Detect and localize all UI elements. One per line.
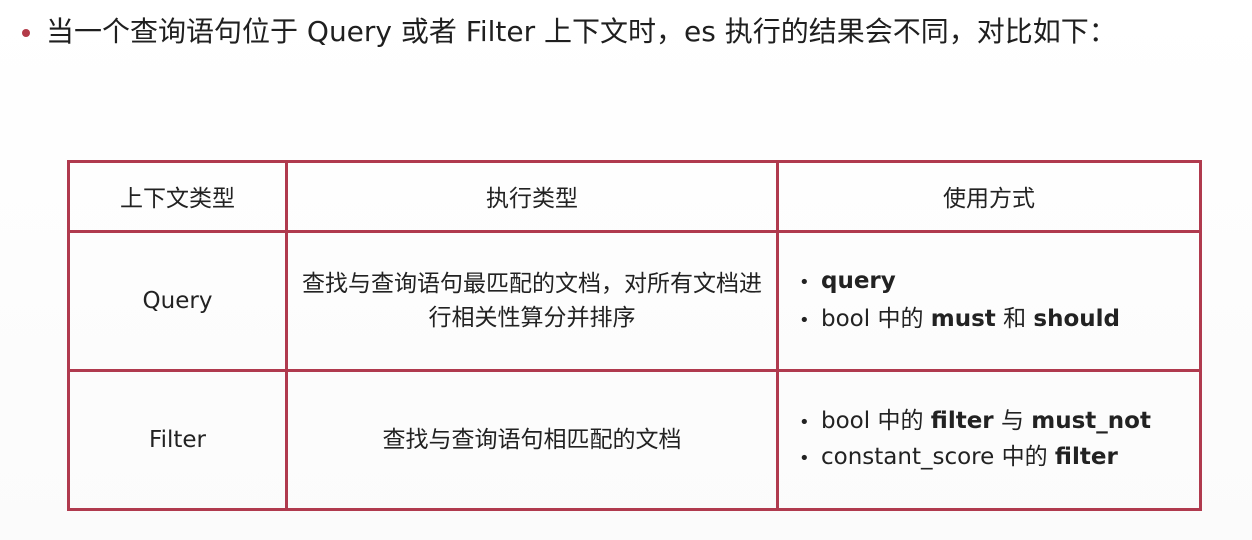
- keyword-text: query: [821, 268, 896, 295]
- table-header-row: 上下文类型 执行类型 使用方式: [67, 160, 1202, 233]
- header-context-type: 上下文类型: [67, 160, 288, 233]
- table-row-query: Query 查找与查询语句最匹配的文档，对所有文档进行相关性算分并排序 • que…: [67, 229, 1202, 373]
- keyword-text: must: [930, 306, 996, 333]
- usage-cell: • query • bool 中的 must 和 should: [776, 229, 1202, 373]
- header-exec-type: 执行类型: [285, 160, 779, 233]
- usage-item: • bool 中的 must 和 should: [799, 301, 1187, 339]
- usage-text: 与: [993, 408, 1032, 435]
- usage-list: • bool 中的 filter 与 must_not • constant_scor…: [791, 404, 1187, 476]
- list-bullet-icon: •: [799, 272, 810, 294]
- usage-item: • query: [799, 263, 1187, 301]
- header-usage: 使用方式: [776, 160, 1202, 233]
- heading-bullet-icon: [22, 29, 30, 37]
- keyword-text: filter: [930, 408, 994, 435]
- context-cell: Query: [67, 229, 288, 373]
- exec-type-cell: 查找与查询语句相匹配的文档: [285, 369, 779, 511]
- usage-item-text: constant_score 中的 filter: [821, 440, 1118, 474]
- list-bullet-icon: •: [799, 412, 810, 434]
- usage-cell: • bool 中的 filter 与 must_not • constant_scor…: [776, 369, 1202, 511]
- heading-text: 当一个查询语句位于 Query 或者 Filter 上下文时，es 执行的结果会…: [46, 15, 1117, 48]
- heading: 当一个查询语句位于 Query 或者 Filter 上下文时，es 执行的结果会…: [22, 14, 1117, 50]
- usage-item-text: bool 中的 filter 与 must_not: [821, 404, 1151, 438]
- usage-list: • query • bool 中的 must 和 should: [791, 263, 1187, 339]
- slide: 当一个查询语句位于 Query 或者 Filter 上下文时，es 执行的结果会…: [0, 0, 1252, 540]
- table-row-filter: Filter 查找与查询语句相匹配的文档 • bool 中的 filter 与 m…: [67, 369, 1202, 511]
- comparison-table: 上下文类型 执行类型 使用方式 Query 查找与查询语句最匹配的文档，对所有文…: [67, 160, 1202, 511]
- usage-item: • constant_score 中的 filter: [799, 440, 1187, 476]
- list-bullet-icon: •: [799, 448, 810, 470]
- usage-item: • bool 中的 filter 与 must_not: [799, 404, 1187, 440]
- usage-item-text: bool 中的 must 和 should: [821, 301, 1120, 337]
- keyword-text: filter: [1054, 444, 1118, 471]
- keyword-text: should: [1033, 306, 1121, 333]
- list-bullet-icon: •: [799, 310, 810, 332]
- usage-text: bool 中的: [821, 306, 931, 333]
- usage-text: 和: [995, 306, 1034, 333]
- context-cell: Filter: [67, 369, 288, 511]
- keyword-text: must_not: [1031, 408, 1151, 435]
- exec-type-cell: 查找与查询语句最匹配的文档，对所有文档进行相关性算分并排序: [285, 229, 779, 373]
- usage-text: constant_score 中的: [821, 444, 1055, 471]
- usage-text: bool 中的: [821, 408, 931, 435]
- usage-item-text: query: [821, 263, 896, 299]
